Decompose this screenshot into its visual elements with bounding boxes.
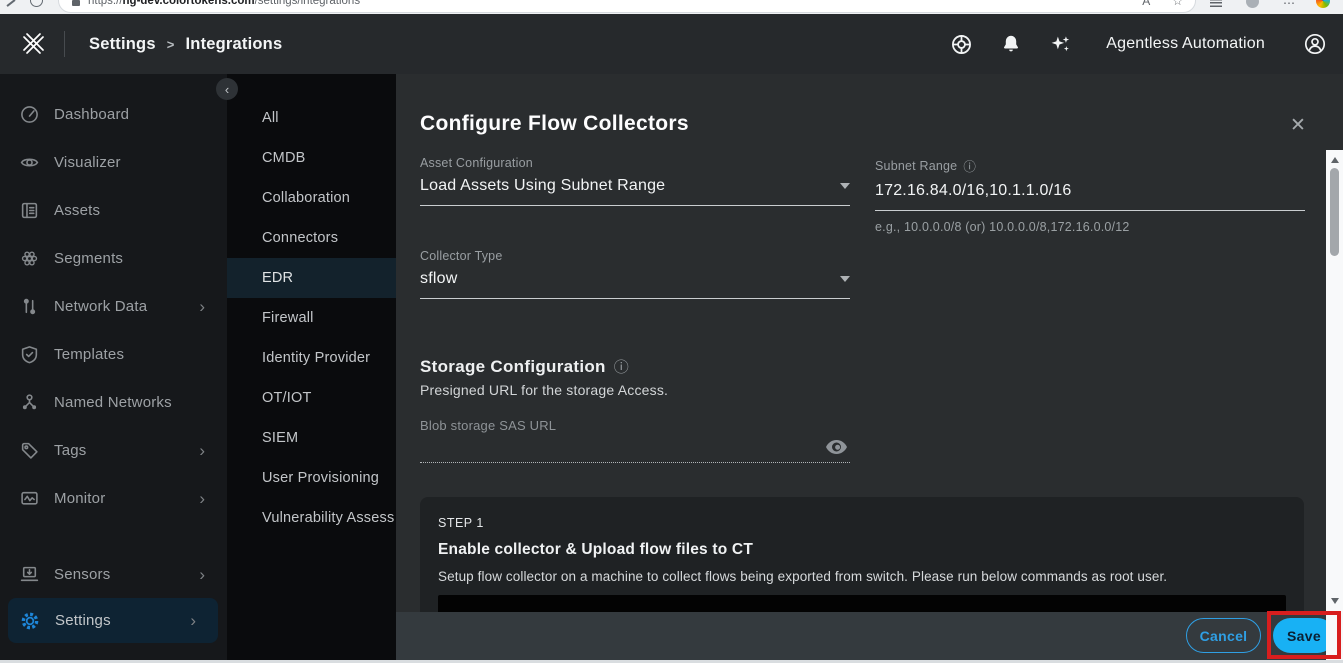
breadcrumb-page: Integrations [186,35,283,54]
dashboard-gauge-icon [20,105,39,124]
breadcrumb: Settings > Integrations [89,35,282,54]
collector-type-value: sflow [420,270,457,288]
dropdown-caret-icon [840,183,850,189]
address-bar[interactable]: https://ng-dev.colortokens.com/settings/… [58,0,1196,13]
blob-sas-url-label: Blob storage SAS URL [420,418,556,433]
dialog-footer: Cancel Save [396,612,1343,660]
configure-flow-collectors-dialog: Configure Flow Collectors ✕ Asset Config… [396,74,1343,663]
app-header: Settings > Integrations [0,14,1343,74]
category-firewall[interactable]: Firewall [227,298,396,338]
collections-icon[interactable] [1210,0,1222,7]
notifications-bell-icon[interactable] [1001,34,1021,54]
info-icon[interactable]: ⓘ [614,356,629,377]
step1-description: Setup flow collector on a machine to col… [438,569,1286,584]
asset-configuration-select[interactable]: Asset Configuration Load Assets Using Su… [420,156,850,206]
integration-categories: All CMDB Collaboration Connectors EDR Fi… [227,74,396,663]
network-data-icon [20,297,39,316]
blob-sas-url-input[interactable] [420,462,850,463]
favorite-star-icon[interactable]: ☆ [1172,0,1183,8]
sidebar-item-sensors[interactable]: Sensors › [0,550,227,598]
category-cmdb[interactable]: CMDB [227,138,396,178]
storage-configuration-description: Presigned URL for the storage Access. [420,382,668,398]
sidebar-item-templates[interactable]: Templates [0,330,227,378]
browser-chrome: https://ng-dev.colortokens.com/settings/… [0,0,1343,14]
subnet-range-hint: e.g., 10.0.0.0/8 (or) 10.0.0.0/8,172.16.… [875,220,1305,234]
vertical-scrollbar[interactable] [1326,150,1343,660]
monitor-icon [20,489,39,508]
copilot-icon[interactable] [1316,0,1330,8]
info-icon[interactable]: ⓘ [963,156,976,175]
dropdown-caret-icon [840,276,850,282]
profile-icon[interactable] [1303,32,1327,56]
templates-shield-icon [20,345,39,364]
category-vulnerability-assessment[interactable]: Vulnerability Assess [227,498,396,538]
chevron-right-icon: › [199,442,205,459]
category-collaboration[interactable]: Collaboration [227,178,396,218]
storage-configuration-heading: Storage Configuration [420,357,606,377]
named-networks-icon [20,393,39,412]
header-divider [64,31,65,57]
sidebar-item-monitor[interactable]: Monitor › [0,474,227,522]
cancel-button[interactable]: Cancel [1186,618,1261,653]
sidebar-item-named-networks[interactable]: Named Networks [0,378,227,426]
scroll-down-arrow-icon[interactable] [1331,598,1339,604]
subnet-range-label: Subnet Range [875,159,957,173]
chevron-right-icon: › [199,490,205,507]
collector-type-select[interactable]: Collector Type sflow [420,249,850,299]
sidebar-item-segments[interactable]: Segments [0,234,227,282]
browser-more-icon[interactable]: ⋯ [1283,0,1295,10]
asset-configuration-value: Load Assets Using Subnet Range [420,177,665,195]
sidebar-item-assets[interactable]: Assets [0,186,227,234]
ai-sparkles-icon[interactable] [1049,33,1072,56]
sidebar-item-network-data[interactable]: Network Data › [0,282,227,330]
read-aloud-icon[interactable]: A [1142,0,1150,8]
subnet-range-value[interactable]: 172.16.84.0/16,10.1.1.0/16 [875,182,1071,200]
collector-type-label: Collector Type [420,249,850,263]
category-edr[interactable]: EDR [227,258,396,298]
chevron-right-icon: › [199,298,205,315]
asset-configuration-label: Asset Configuration [420,156,850,170]
sidebar-item-visualizer[interactable]: Visualizer [0,138,227,186]
xshield-logo-icon[interactable] [20,31,46,57]
main-sidebar: Dashboard Visualizer Assets Segments Net… [0,74,227,663]
help-lifering-icon[interactable] [950,33,973,56]
category-ot-iot[interactable]: OT/IOT [227,378,396,418]
dialog-title: Configure Flow Collectors [420,112,689,136]
browser-refresh-icon[interactable] [30,0,43,7]
breadcrumb-separator-icon: > [167,37,175,52]
browser-profile-avatar[interactable] [1246,0,1259,8]
scrollbar-thumb[interactable] [1330,168,1339,256]
account-name: Agentless Automation [1106,35,1265,53]
subnet-range-field[interactable]: Subnet Range ⓘ 172.16.84.0/16,10.1.1.0/1… [875,156,1305,234]
step1-title: Enable collector & Upload flow files to … [438,541,1286,559]
category-connectors[interactable]: Connectors [227,218,396,258]
lock-icon [71,0,81,7]
url-text: https://ng-dev.colortokens.com/settings/… [88,0,360,7]
close-icon[interactable]: ✕ [1290,114,1306,137]
assets-list-icon [20,201,39,220]
category-siem[interactable]: SIEM [227,418,396,458]
category-all[interactable]: All [227,98,396,138]
segments-cluster-icon [20,249,39,268]
sensors-icon [20,565,39,584]
eye-icon [20,153,39,172]
step1-label: STEP 1 [438,516,1286,530]
browser-back-icon[interactable] [6,0,15,7]
sidebar-collapse-button[interactable]: ‹ [216,78,238,100]
sidebar-item-settings[interactable]: Settings › [8,598,218,643]
sidebar-item-dashboard[interactable]: Dashboard [0,90,227,138]
show-password-eye-icon[interactable] [826,440,847,454]
category-identity-provider[interactable]: Identity Provider [227,338,396,378]
save-button-annotation-box [1267,611,1341,659]
category-user-provisioning[interactable]: User Provisioning [227,458,396,498]
scroll-up-arrow-icon[interactable] [1331,157,1339,163]
settings-gear-icon [20,611,40,631]
breadcrumb-section[interactable]: Settings [89,35,156,54]
tag-icon [20,441,39,460]
sidebar-item-tags[interactable]: Tags › [0,426,227,474]
page: https://ng-dev.colortokens.com/settings/… [0,0,1343,663]
chevron-right-icon: › [199,566,205,583]
chevron-right-icon: › [190,612,196,629]
